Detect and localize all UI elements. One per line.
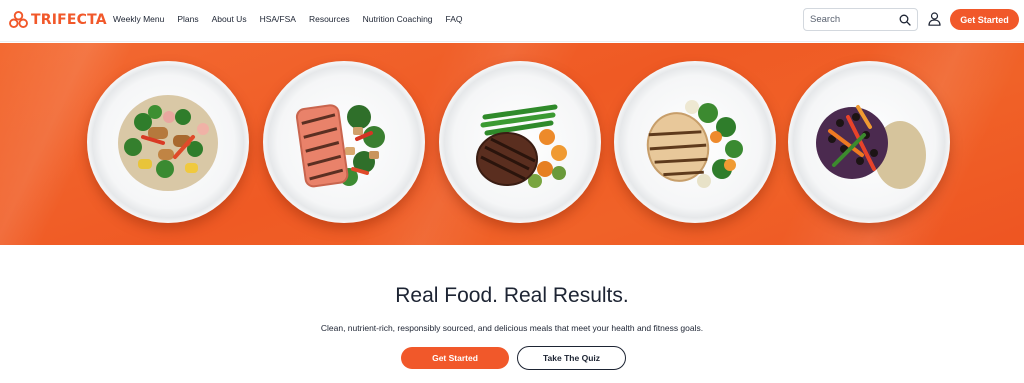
nav-item-hsa-fsa[interactable]: HSA/FSA bbox=[260, 14, 296, 24]
meal-plate-chicken-stir-fry bbox=[87, 61, 249, 223]
take-the-quiz-button[interactable]: Take The Quiz bbox=[517, 346, 626, 370]
grilled-steak-image bbox=[476, 104, 567, 188]
meal-plate-grilled-chicken bbox=[614, 61, 776, 223]
nav-item-plans[interactable]: Plans bbox=[177, 14, 198, 24]
site-header: TRIFECTA Weekly Menu Plans About Us HSA/… bbox=[0, 0, 1024, 42]
meal-plate-black-bean-rice-bowl bbox=[788, 61, 950, 223]
meal-plate-grilled-steak bbox=[439, 61, 601, 223]
search-icon[interactable] bbox=[899, 14, 911, 26]
logo-link[interactable]: TRIFECTA bbox=[9, 11, 107, 28]
nav-item-nutrition-coaching[interactable]: Nutrition Coaching bbox=[363, 14, 433, 24]
black-bean-rice-bowl-image bbox=[816, 105, 926, 189]
grilled-salmon-image bbox=[295, 104, 385, 188]
meal-plate-grilled-salmon bbox=[263, 61, 425, 223]
user-icon[interactable] bbox=[928, 12, 941, 26]
nav-item-weekly-menu[interactable]: Weekly Menu bbox=[113, 14, 164, 24]
header-get-started-button[interactable]: Get Started bbox=[950, 9, 1019, 30]
get-started-button[interactable]: Get Started bbox=[401, 347, 509, 369]
nav-item-resources[interactable]: Resources bbox=[309, 14, 350, 24]
trifecta-logo-icon bbox=[9, 11, 28, 28]
logo-text: TRIFECTA bbox=[31, 11, 107, 28]
nav-item-faq[interactable]: FAQ bbox=[446, 14, 463, 24]
nav-item-about-us[interactable]: About Us bbox=[212, 14, 247, 24]
main-nav: Weekly Menu Plans About Us HSA/FSA Resou… bbox=[113, 14, 476, 24]
hero-banner bbox=[0, 43, 1024, 245]
search-input[interactable] bbox=[810, 14, 890, 25]
search-box bbox=[803, 8, 918, 31]
grilled-chicken-image bbox=[646, 100, 743, 188]
page-subtext: Clean, nutrient-rich, responsibly source… bbox=[320, 323, 704, 333]
chicken-stir-fry-image bbox=[118, 95, 218, 191]
page-headline: Real Food. Real Results. bbox=[395, 284, 629, 307]
